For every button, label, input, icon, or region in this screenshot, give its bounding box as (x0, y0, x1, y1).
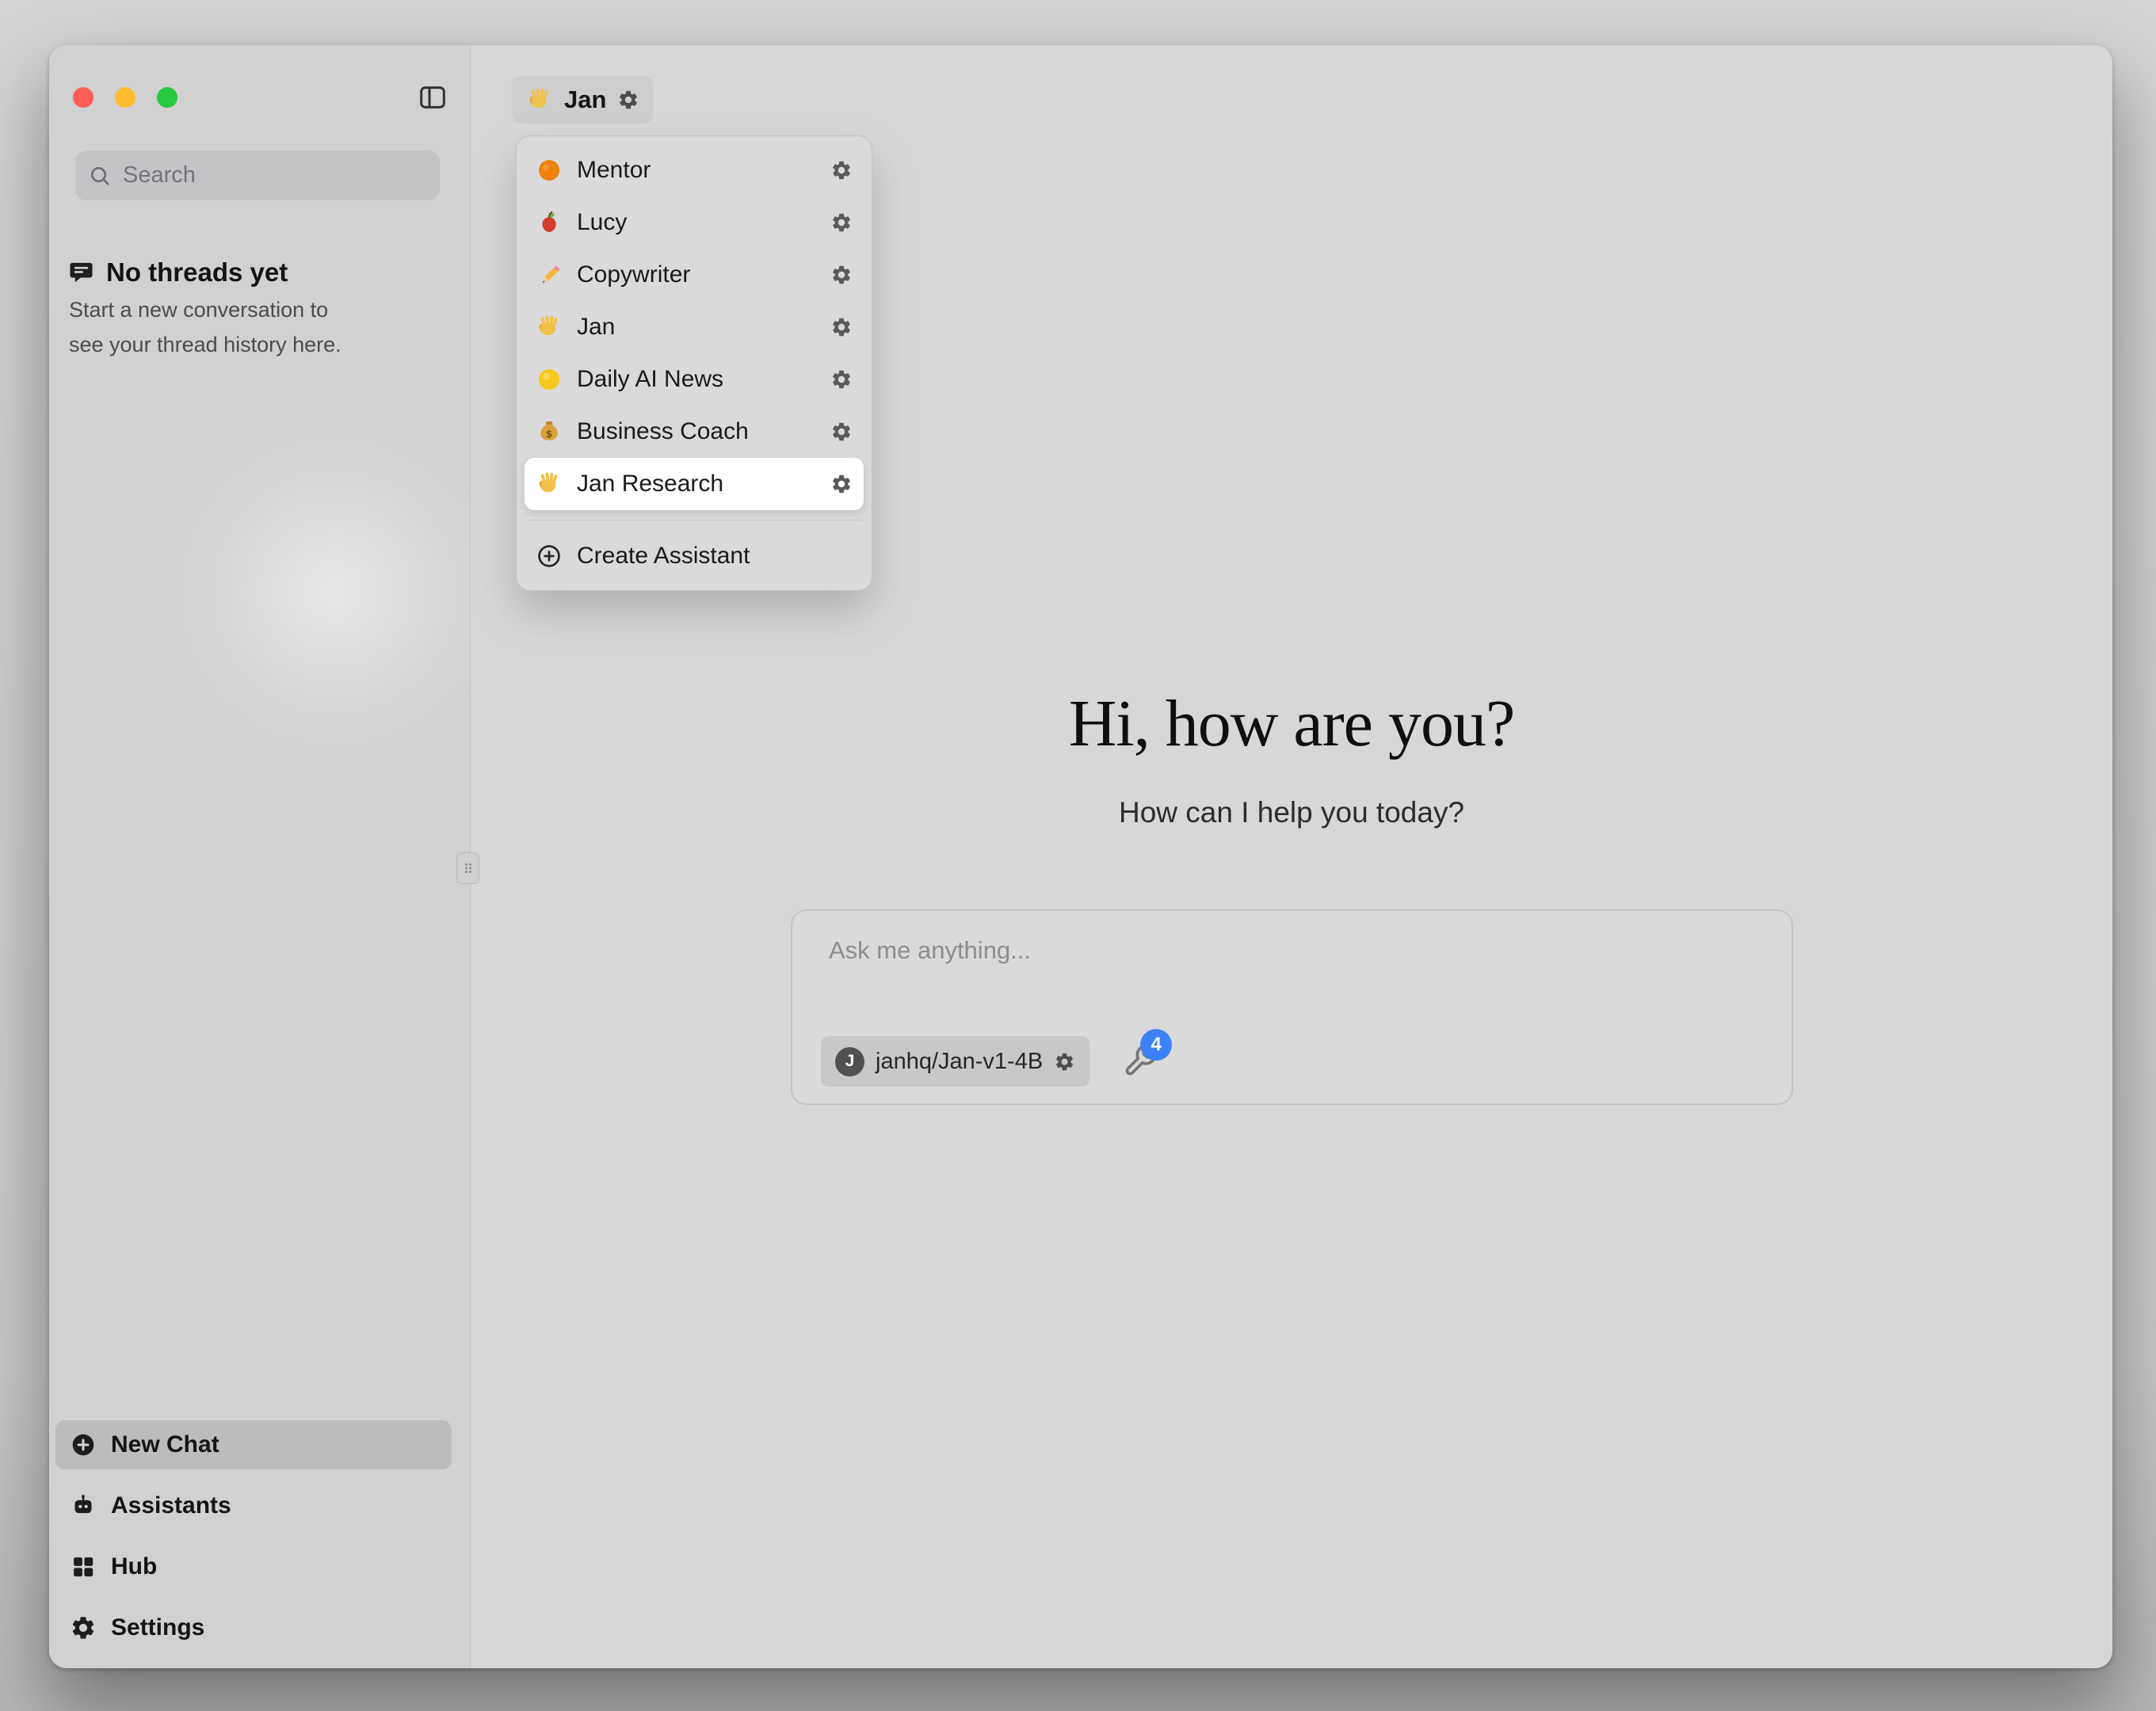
assistant-settings-button[interactable] (830, 368, 853, 391)
assistant-dropdown-menu: Mentor Lucy Copywriter Jan Daily AI News (516, 135, 872, 591)
grip-dots-icon (460, 858, 476, 878)
gear-icon (830, 211, 853, 234)
assistant-menu-item-jan[interactable]: Jan (525, 301, 864, 353)
assistant-settings-button[interactable] (830, 264, 853, 286)
composer-toolbar: J janhq/Jan-v1-4B 4 (821, 1036, 1159, 1087)
empty-state-header: No threads yet (68, 257, 288, 288)
empty-state-title: No threads yet (106, 257, 288, 288)
model-avatar: J (835, 1047, 864, 1077)
gear-icon (830, 368, 853, 391)
plus-circle-icon (536, 543, 563, 570)
sidebar-nav: New Chat Assistants Hub Settings (55, 1420, 452, 1652)
new-chat-button[interactable]: New Chat (55, 1420, 452, 1469)
orange-circle-icon (536, 157, 563, 184)
blocks-icon (70, 1553, 97, 1580)
gear-icon (830, 473, 853, 495)
menu-item-label: Lucy (577, 209, 816, 236)
assistant-menu-item-mentor[interactable]: Mentor (525, 144, 864, 196)
assistant-settings-button[interactable] (830, 211, 853, 234)
waving-hand-icon (536, 471, 563, 497)
plus-circle-icon (70, 1431, 97, 1458)
assistant-menu-item-copywriter[interactable]: Copywriter (525, 249, 864, 301)
menu-item-label: Mentor (577, 157, 816, 184)
create-assistant-label: Create Assistant (577, 543, 853, 570)
prompt-composer[interactable]: J janhq/Jan-v1-4B 4 (791, 909, 1793, 1105)
close-button[interactable] (73, 87, 93, 108)
search-input[interactable] (121, 162, 427, 189)
tools-count-badge: 4 (1140, 1029, 1172, 1061)
settings-label: Settings (111, 1614, 204, 1641)
menu-item-label: Jan Research (577, 471, 816, 497)
yellow-circle-icon (536, 366, 563, 393)
panel-left-icon (417, 82, 448, 113)
waving-hand-icon (536, 314, 563, 341)
chat-bubble-icon (68, 260, 94, 286)
assistant-settings-button[interactable] (830, 473, 853, 495)
assistant-menu-item-lucy[interactable]: Lucy (525, 196, 864, 249)
pencil-icon (536, 261, 563, 288)
menu-item-label: Daily AI News (577, 366, 816, 393)
search-field[interactable] (75, 151, 440, 200)
gear-icon (1054, 1051, 1075, 1073)
sidebar: No threads yet Start a new conversation … (49, 45, 471, 1668)
create-assistant-button[interactable]: Create Assistant (525, 530, 864, 582)
menu-item-label: Jan (577, 314, 816, 341)
menu-item-label: Copywriter (577, 261, 816, 288)
gear-icon (830, 316, 853, 338)
menu-item-label: Business Coach (577, 418, 816, 445)
app-window: No threads yet Start a new conversation … (49, 45, 2112, 1668)
gear-icon (617, 89, 639, 111)
assistant-settings-button[interactable] (830, 421, 853, 443)
assistant-menu-item-business-coach[interactable]: Business Coach (525, 406, 864, 458)
assistants-label: Assistants (111, 1492, 231, 1519)
hub-label: Hub (111, 1553, 157, 1580)
assistant-menu-item-daily-ai-news[interactable]: Daily AI News (525, 353, 864, 406)
red-apple-icon (536, 209, 563, 236)
gear-icon (830, 264, 853, 286)
zoom-button[interactable] (157, 87, 177, 108)
current-assistant-name: Jan (564, 86, 606, 114)
hub-nav-item[interactable]: Hub (55, 1542, 452, 1591)
main-content: Jan Mentor Lucy Copywriter Jan (471, 45, 2112, 1668)
assistant-selector-button[interactable]: Jan (512, 76, 654, 124)
new-chat-label: New Chat (111, 1431, 219, 1458)
empty-state-description: Start a new conversation to see your thr… (69, 292, 364, 362)
assistants-nav-item[interactable]: Assistants (55, 1481, 452, 1530)
tools-button[interactable]: 4 (1123, 1043, 1159, 1080)
greeting-title: Hi, how are you? (471, 685, 2112, 762)
gear-icon (830, 159, 853, 181)
model-selector-button[interactable]: J janhq/Jan-v1-4B (821, 1036, 1089, 1087)
model-name: janhq/Jan-v1-4B (876, 1049, 1043, 1075)
assistant-settings-button[interactable] (830, 159, 853, 181)
sidebar-toggle-button[interactable] (415, 81, 450, 116)
prompt-input[interactable] (827, 935, 1760, 1004)
settings-nav-item[interactable]: Settings (55, 1603, 452, 1652)
search-icon (88, 164, 112, 188)
waving-hand-icon (526, 86, 553, 113)
assistant-bot-icon (70, 1492, 97, 1519)
greeting-subtitle: How can I help you today? (471, 796, 2112, 829)
minimize-button[interactable] (115, 87, 135, 108)
assistant-settings-button[interactable] (830, 316, 853, 338)
sidebar-glow-decoration (160, 417, 509, 766)
money-bag-icon (536, 418, 563, 445)
assistant-menu-item-jan-research[interactable]: Jan Research (525, 458, 864, 510)
sidebar-resize-handle[interactable] (456, 852, 479, 884)
gear-icon (70, 1614, 97, 1641)
gear-icon (830, 421, 853, 443)
window-controls (73, 87, 177, 108)
